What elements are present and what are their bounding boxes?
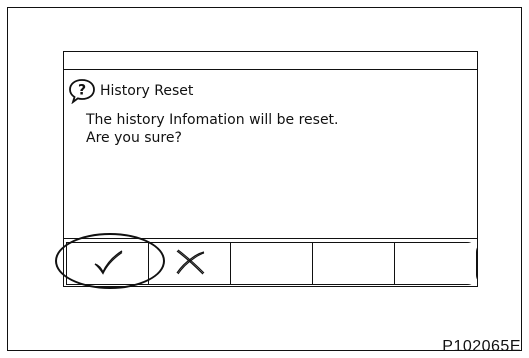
dialog-title: ? History Reset [68,78,193,104]
message-line-1: The history Infomation will be reset. [86,112,339,128]
svg-text:?: ? [78,83,86,99]
message-line-2: Are you sure? [86,130,182,146]
figure-code: P102065E [442,338,521,355]
cancel-button[interactable] [149,243,231,284]
dialog-screen: ? History Reset The history Infomation w… [63,51,478,287]
empty-button-3[interactable] [231,243,313,284]
status-bar-divider [64,69,477,70]
empty-button-4[interactable] [313,243,395,284]
check-icon [90,248,126,280]
dialog-message: The history Infomation will be reset. Ar… [86,111,339,147]
x-icon [172,246,208,282]
dialog-title-text: History Reset [100,83,194,99]
button-row [64,238,477,287]
question-bubble-icon: ? [68,78,96,104]
softkey-bar [66,242,477,285]
confirm-button[interactable] [67,243,149,284]
empty-button-5[interactable] [395,243,476,284]
